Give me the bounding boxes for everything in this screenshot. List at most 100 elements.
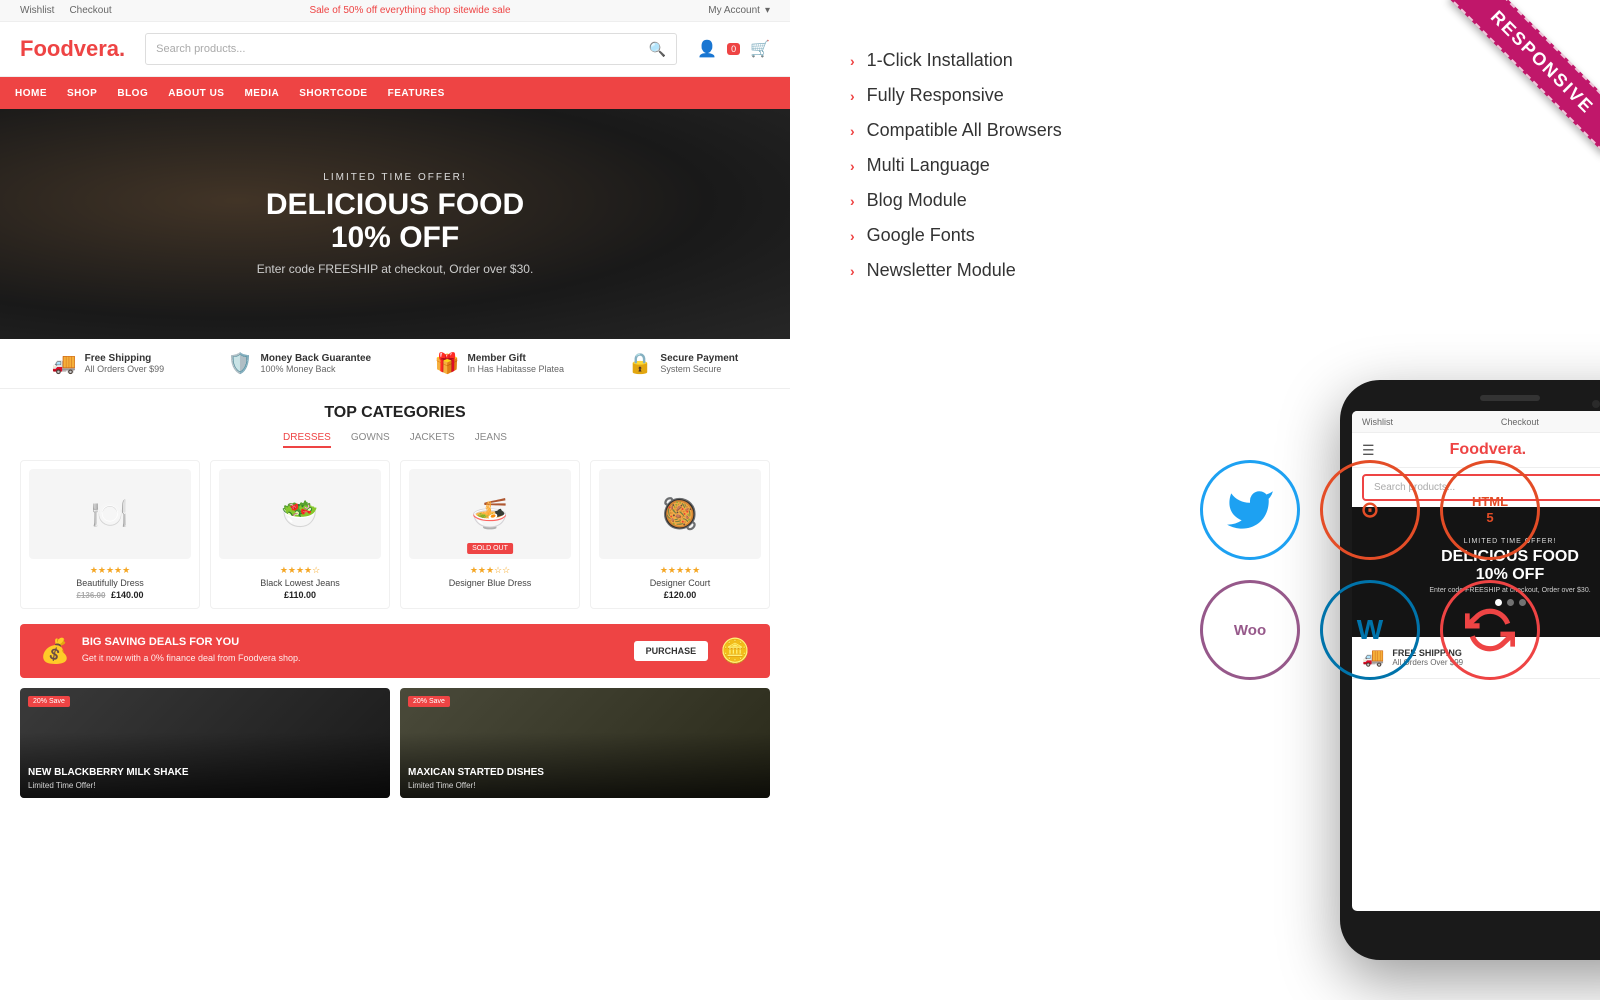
site-logo: Foodvera.	[20, 36, 125, 62]
product-name-1: Beautifully Dress	[29, 578, 191, 588]
nav-shop[interactable]: SHOP	[67, 88, 97, 99]
cat-tab-gowns[interactable]: GOWNS	[351, 432, 390, 448]
arrow-icon-7: ›	[850, 263, 855, 279]
feature-label-5: Blog Module	[867, 190, 967, 211]
feature-label-6: Google Fonts	[867, 225, 975, 246]
arrow-icon-4: ›	[850, 158, 855, 174]
product-image-3: 🍜 SOLD OUT	[409, 469, 571, 559]
blog-card-1[interactable]: 20% Save NEW BLACKBERRY MILK SHAKE Limit…	[20, 688, 390, 798]
tech-icons-area: ⊙ HTML5 Woo W	[1200, 460, 1580, 700]
product-image-1: 🍽️	[29, 469, 191, 559]
feature-gift-text: Member Gift In Has Habitasse Platea	[467, 353, 564, 374]
product-name-4: Designer Court	[599, 578, 761, 588]
purchase-button[interactable]: PURCHASE	[634, 641, 709, 661]
phone-camera	[1592, 400, 1600, 408]
phone-wishlist: Wishlist	[1362, 417, 1393, 427]
tech-icon-wordpress: W	[1320, 580, 1420, 680]
cat-tab-jackets[interactable]: JACKETS	[410, 432, 455, 448]
hero-section: LIMITED TIME OFFER! DELICIOUS FOOD10% OF…	[0, 109, 790, 339]
features-strip: 🚚 Free Shipping All Orders Over $99 🛡️ M…	[0, 339, 790, 389]
sold-out-badge: SOLD OUT	[467, 543, 513, 554]
feature-shipping: 🚚 Free Shipping All Orders Over $99	[52, 351, 164, 376]
arrow-icon-6: ›	[850, 228, 855, 244]
nav-media[interactable]: MEDIA	[244, 88, 279, 99]
moneyback-icon: 🛡️	[228, 351, 253, 376]
product-stars-3: ★★★☆☆	[409, 565, 571, 576]
cat-tab-jeans[interactable]: JEANS	[475, 432, 507, 448]
user-icon[interactable]: 👤	[697, 39, 717, 59]
product-card-2[interactable]: 🥗 ★★★★☆ Black Lowest Jeans £110.00	[210, 460, 390, 609]
promo-coins-icon: 🪙	[720, 637, 750, 666]
feature-row-6: › Google Fonts	[850, 225, 1540, 246]
responsive-badge-text: RESPONSIVE	[1450, 0, 1600, 155]
blog-badge-2: 20% Save	[408, 696, 450, 707]
tech-icon-joomla: ⊙	[1320, 460, 1420, 560]
tech-row-1: ⊙ HTML5	[1200, 460, 1580, 560]
arrow-icon-5: ›	[850, 193, 855, 209]
product-price-4: £120.00	[599, 590, 761, 600]
site-header: Foodvera. Search products... 🔍 👤 0 🛒	[0, 22, 790, 77]
cart-icon[interactable]: 🛒	[750, 39, 770, 59]
nav-blog[interactable]: BLOG	[117, 88, 148, 99]
hero-subtitle: Enter code FREESHIP at checkout, Order o…	[257, 262, 534, 276]
tech-icon-html5: HTML5	[1440, 460, 1540, 560]
hero-title: DELICIOUS FOOD10% OFF	[257, 188, 534, 254]
checkout-link[interactable]: Checkout	[69, 5, 111, 16]
feature-payment-text: Secure Payment System Secure	[660, 353, 738, 374]
hero-limited-text: LIMITED TIME OFFER!	[257, 172, 534, 183]
product-stars-4: ★★★★★	[599, 565, 761, 576]
phone-topbar: Wishlist Checkout ⚙️	[1352, 411, 1600, 433]
left-panel: Wishlist Checkout Sale of 50% off everyt…	[0, 0, 790, 1000]
tech-icon-woo[interactable]: Woo	[1200, 580, 1300, 680]
feature-label-3: Compatible All Browsers	[867, 120, 1062, 141]
account-link[interactable]: My Account ▾	[708, 5, 770, 16]
product-card-4[interactable]: 🥘 ★★★★★ Designer Court £120.00	[590, 460, 770, 609]
cat-tab-dresses[interactable]: DRESSES	[283, 432, 331, 448]
arrow-icon-1: ›	[850, 53, 855, 69]
product-price-1: £136.00 £140.00	[29, 590, 191, 600]
nav-shortcode[interactable]: SHORTCODE	[299, 88, 367, 99]
product-image-4: 🥘	[599, 469, 761, 559]
feature-label-2: Fully Responsive	[867, 85, 1004, 106]
shipping-icon: 🚚	[52, 351, 77, 376]
product-grid: 🍽️ ★★★★★ Beautifully Dress £136.00 £140.…	[20, 460, 770, 609]
phone-checkout: Checkout	[1501, 417, 1539, 427]
promo-text: Sale of 50% off everything shop sitewide…	[309, 5, 510, 16]
hamburger-icon[interactable]: ☰	[1362, 442, 1375, 459]
site-nav: HOME SHOP BLOG ABOUT US MEDIA SHORTCODE …	[0, 77, 790, 109]
blog-card-2[interactable]: 20% Save MAXICAN STARTED DISHES Limited …	[400, 688, 770, 798]
feature-label-1: 1-Click Installation	[867, 50, 1013, 71]
nav-features[interactable]: FEATURES	[388, 88, 445, 99]
tech-icon-refresh	[1440, 580, 1540, 680]
product-stars-2: ★★★★☆	[219, 565, 381, 576]
phone-logo: Foodvera.	[1450, 441, 1526, 459]
product-card-1[interactable]: 🍽️ ★★★★★ Beautifully Dress £136.00 £140.…	[20, 460, 200, 609]
arrow-icon-3: ›	[850, 123, 855, 139]
product-name-3: Designer Blue Dress	[409, 578, 571, 588]
feature-moneyback: 🛡️ Money Back Guarantee 100% Money Back	[228, 351, 372, 376]
search-bar[interactable]: Search products... 🔍	[145, 33, 677, 65]
product-price-2: £110.00	[219, 590, 381, 600]
right-panel: RESPONSIVE › 1-Click Installation › Full…	[790, 0, 1600, 1000]
blog-grid: 20% Save NEW BLACKBERRY MILK SHAKE Limit…	[20, 688, 770, 798]
nav-about[interactable]: ABOUT US	[168, 88, 224, 99]
feature-row-7: › Newsletter Module	[850, 260, 1540, 281]
header-icons: 👤 0 🛒	[697, 39, 770, 59]
product-image-2: 🥗	[219, 469, 381, 559]
feature-label-4: Multi Language	[867, 155, 990, 176]
product-name-2: Black Lowest Jeans	[219, 578, 381, 588]
hero-content: LIMITED TIME OFFER! DELICIOUS FOOD10% OF…	[257, 172, 534, 276]
product-card-3[interactable]: 🍜 SOLD OUT ★★★☆☆ Designer Blue Dress	[400, 460, 580, 609]
promo-text-block: BIG SAVING DEALS FOR YOU Get it now with…	[82, 636, 634, 666]
feature-moneyback-text: Money Back Guarantee 100% Money Back	[261, 353, 372, 374]
topbar-links: Wishlist Checkout	[20, 5, 112, 16]
payment-icon: 🔒	[628, 351, 653, 376]
wishlist-link[interactable]: Wishlist	[20, 5, 54, 16]
product-stars-1: ★★★★★	[29, 565, 191, 576]
gift-icon: 🎁	[435, 351, 460, 376]
tech-row-2: Woo W	[1200, 580, 1580, 680]
feature-label-7: Newsletter Module	[867, 260, 1016, 281]
nav-home[interactable]: HOME	[15, 88, 47, 99]
categories-title: TOP CATEGORIES	[20, 404, 770, 422]
feature-shipping-text: Free Shipping All Orders Over $99	[85, 353, 165, 374]
